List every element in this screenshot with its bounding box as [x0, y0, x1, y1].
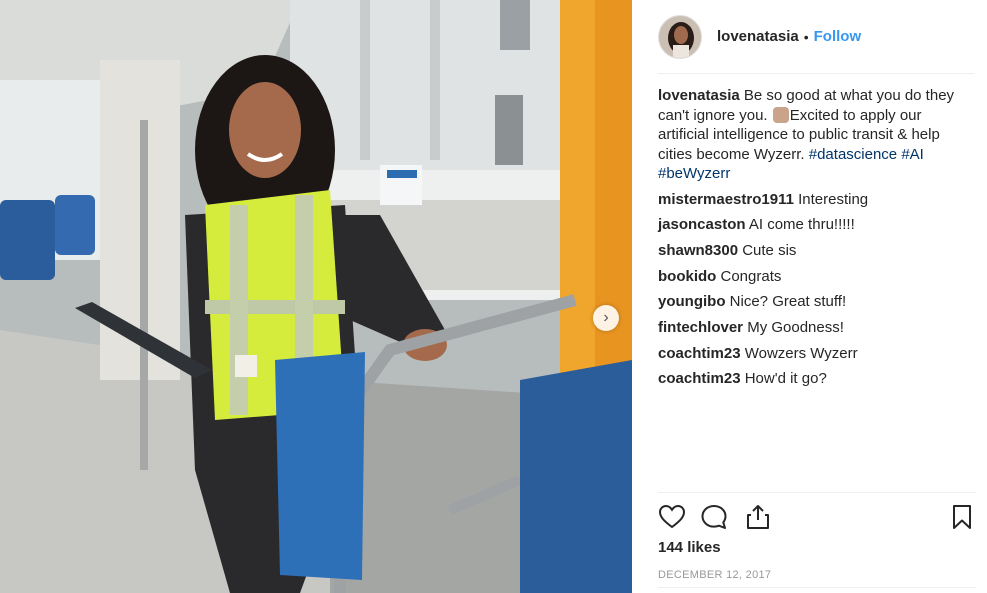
divider: [658, 587, 976, 588]
comment-item: mistermaestro1911 Interesting: [658, 190, 976, 210]
comment-username[interactable]: youngibo: [658, 293, 726, 310]
comment-username[interactable]: jasoncaston: [658, 216, 746, 233]
separator-dot: •: [803, 28, 809, 45]
comment-username[interactable]: mistermaestro1911: [658, 191, 794, 208]
comment-item: jasoncaston AI come thru!!!!!: [658, 215, 976, 235]
post-author-username[interactable]: lovenatasia: [717, 28, 799, 45]
comment-text: Wowzers Wyzerr: [744, 344, 858, 362]
comment-text: Cute sis: [742, 241, 797, 259]
avatar[interactable]: [658, 14, 702, 59]
hashtag-ai[interactable]: #AI: [901, 146, 924, 163]
comment-text: Congrats: [720, 267, 782, 285]
next-photo-button[interactable]: ›: [593, 305, 619, 331]
comment-item: shawn8300 Cute sis: [658, 241, 976, 261]
comment-username[interactable]: shawn8300: [658, 242, 738, 259]
post-caption: lovenatasia Be so good at what you do th…: [658, 86, 976, 184]
caption-username[interactable]: lovenatasia: [658, 87, 740, 104]
post-photo[interactable]: ›: [0, 0, 632, 593]
hashtag-datascience[interactable]: #datascience: [809, 146, 897, 163]
comment-username[interactable]: bookido: [658, 268, 716, 285]
comment-text: AI come thru!!!!!: [748, 216, 855, 234]
post-header: lovenatasia • Follow: [658, 0, 974, 74]
comment-text: How'd it go?: [744, 370, 827, 388]
follow-button[interactable]: Follow: [814, 28, 862, 45]
comment-icon[interactable]: [700, 503, 728, 531]
comments-list: lovenatasia Be so good at what you do th…: [658, 86, 976, 395]
comment-item: coachtim23 How'd it go?: [658, 369, 976, 389]
chevron-right-icon: ›: [603, 309, 609, 326]
photo-scene: [0, 0, 632, 593]
comment-username[interactable]: coachtim23: [658, 370, 741, 387]
hashtag-bewyzerr[interactable]: #beWyzerr: [658, 165, 730, 182]
likes-count[interactable]: 144 likes: [658, 539, 721, 556]
comment-item: fintechlover My Goodness!: [658, 318, 976, 338]
comment-item: bookido Congrats: [658, 267, 976, 287]
comment-text: Interesting: [798, 190, 869, 208]
post-actions-bar: [658, 492, 976, 540]
post-side-panel: lovenatasia • Follow lovenatasia Be so g…: [632, 0, 987, 593]
bookmark-icon[interactable]: [948, 503, 976, 531]
post-date: DECEMBER 12, 2017: [658, 569, 772, 581]
comment-username[interactable]: fintechlover: [658, 319, 743, 336]
heart-icon[interactable]: [658, 503, 686, 531]
comment-item: youngibo Nice? Great stuff!: [658, 292, 976, 312]
comment-text: Nice? Great stuff!: [729, 293, 847, 311]
share-icon[interactable]: [744, 503, 772, 531]
woman-technologist-emoji-icon: [772, 106, 789, 123]
comment-item: coachtim23 Wowzers Wyzerr: [658, 344, 976, 364]
comment-username[interactable]: coachtim23: [658, 345, 741, 362]
comment-text: My Goodness!: [747, 318, 844, 336]
